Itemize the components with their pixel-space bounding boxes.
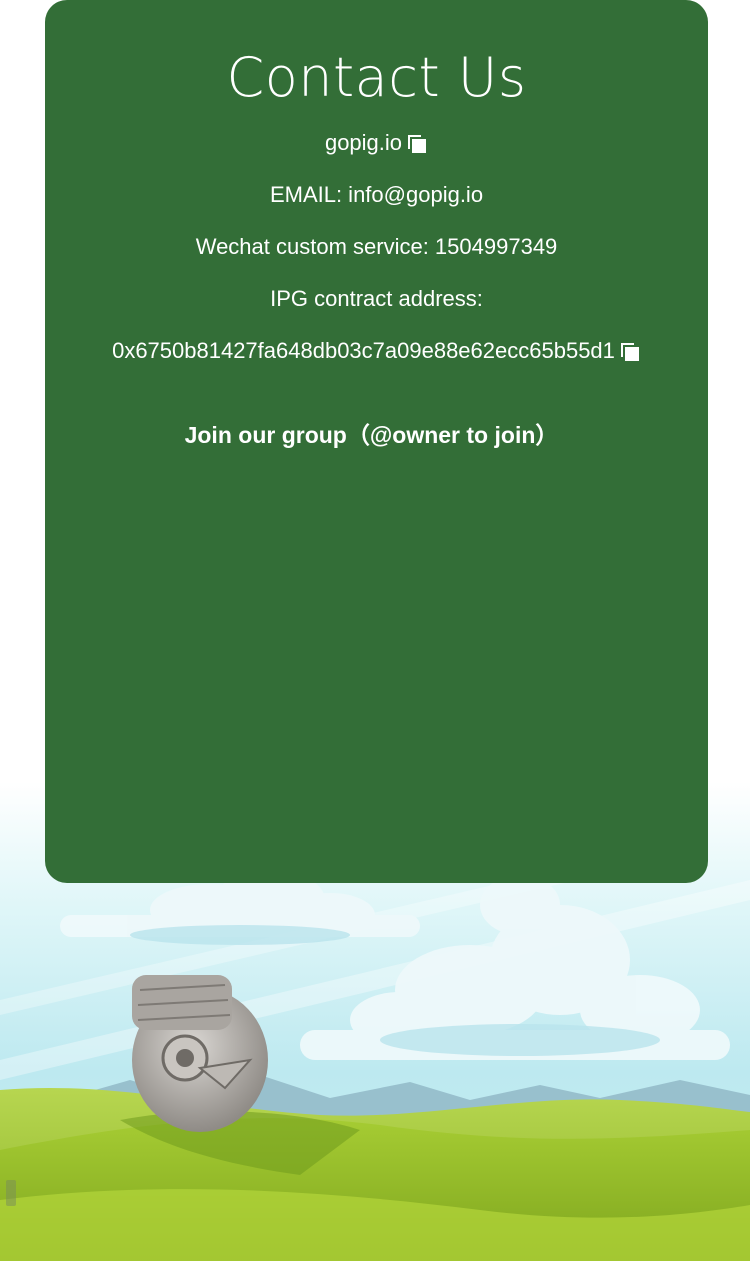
join-group-text: Join our group（@owner to join） [184, 422, 559, 448]
copy-contract-icon[interactable] [620, 343, 641, 361]
contract-address-row: 0x6750b81427fa648db03c7a09e88e62ecc65b55… [45, 336, 708, 366]
contract-address: 0x6750b81427fa648db03c7a09e88e62ecc65b55… [112, 338, 615, 363]
page-title: Contact Us [226, 46, 527, 109]
contract-label: IPG contract address: [270, 286, 483, 311]
website-link[interactable]: gopig.io [325, 130, 402, 155]
copy-icon[interactable] [408, 135, 428, 153]
website-row: gopig.io [45, 128, 708, 158]
email-text: EMAIL: info@gopig.io [269, 182, 484, 207]
contact-card: Contact Us gopig.io EMAIL: info@gopig.io… [45, 0, 708, 883]
wechat-text: Wechat custom service: 1504997349 [195, 234, 558, 259]
watermark-logo [6, 1180, 16, 1206]
